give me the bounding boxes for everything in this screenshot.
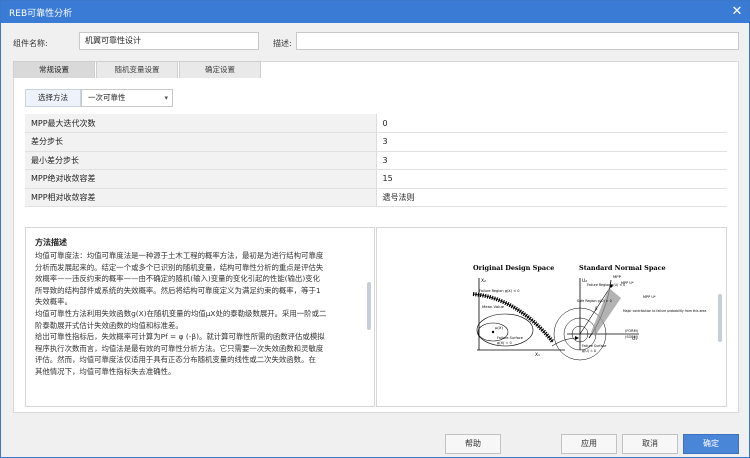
tab-random-variable-settings[interactable]: 随机变量设置 [96, 61, 178, 78]
param-value-input[interactable]: 3 [376, 151, 727, 170]
description-scrollbar[interactable] [367, 282, 371, 330]
description-line: 所导致的结构部件或系统的失效概率。然后将结构可靠度定义为满足约束的概率，等于1 [35, 285, 321, 295]
param-value-input[interactable]: 遗号法则 [376, 188, 727, 207]
reliability-diagram: Original Design Space Standard Normal Sp… [472, 264, 706, 361]
mu-x-label: μ(X) [495, 325, 503, 330]
mpp-label: MPP [613, 274, 622, 279]
description-line: 给出可靠性指标后，失效概率可计算为Pf = φ (-β)。就计算可靠性所需的函数… [35, 332, 325, 342]
hatched-failure-boundary [472, 292, 555, 344]
description-line: 程序执行次数而言，均值法是最有效的可靠性分析方法。它只需要一次失效函数和灵敏度 [35, 343, 324, 353]
description-line: 评估。然而，均值可靠度法仅适用于具有正态分布随机变量的线性或二次失效函数。在 [35, 355, 316, 365]
description-text: 均值可靠度法：均值可靠度法是一种源于土木工程的概率方法，最初是为进行结构可靠度 … [35, 250, 365, 378]
description-input[interactable] [296, 32, 739, 50]
param-name: MPP相对收敛容差 [25, 188, 377, 207]
failure-region-u-label: Failure Region g(U) < 0 [587, 283, 625, 287]
mapping-arrow [551, 337, 578, 347]
x2-axis-label: X₂ [481, 278, 486, 284]
param-name: MPP最大迭代次数 [25, 114, 377, 133]
description-line: 阶泰勒展开式估计失效函数的均值和标准差。 [35, 320, 183, 330]
beta-label: β [595, 306, 598, 311]
description-heading: 方法描述 [35, 238, 67, 247]
param-value-input[interactable]: 15 [376, 169, 727, 189]
description-line: 失效概率。 [35, 297, 72, 307]
apply-button[interactable]: 应用 [561, 434, 617, 454]
method-dropdown[interactable]: 一次可靠性 ▾ [81, 89, 173, 107]
failure-surface-label-x: Failure Surface [497, 336, 523, 340]
component-name-label: 组件名称: [13, 39, 48, 48]
ok-button[interactable]: 确定 [683, 434, 739, 454]
tab-general-settings[interactable]: 常规设置 [13, 61, 95, 78]
method-value: 一次可靠性 [88, 93, 126, 102]
method-label: 选择方法 [25, 89, 81, 107]
mapping-arrowhead [575, 336, 579, 340]
mean-value-point [491, 330, 495, 334]
description-line: 分析而发展起来的。结定一个或多个已识别的随机变量，结构可靠性分析的重点是评估失 [35, 262, 324, 272]
description-line: 均值可靠性方法利用失效函数g(X)在随机变量的均值μX处的泰勒级数展开。采用一阶… [35, 308, 327, 318]
param-name: MPP绝对收敛容差 [25, 169, 377, 189]
description-line: 效概率——违反约束的概率——由不确定的随机(输入)变量的变化引起的性能(输出)变… [35, 274, 320, 284]
help-button[interactable]: 帮助 [445, 434, 501, 454]
tab-deterministic-settings[interactable]: 确定设置 [179, 61, 261, 78]
param-value-input[interactable]: 3 [376, 132, 727, 152]
table-row: MPP绝对收敛容差 15 [25, 169, 727, 189]
failure-boundary-x [472, 293, 554, 343]
cancel-button[interactable]: 取消 [622, 434, 678, 454]
safe-region-label: Safe Region g(U) > 0 [577, 299, 612, 303]
failure-region-x-label: Failure Region g(X) < 0 [479, 289, 519, 293]
x1-axis-label: X₁ [535, 352, 540, 358]
right-space-title: Standard Normal Space [579, 264, 666, 272]
table-row: MPP最大迭代次数 0 [25, 114, 727, 133]
table-row: 最小差分步长 3 [25, 151, 727, 170]
title-bar: REB可靠性分析 ✕ [1, 1, 749, 23]
description-label: 描述: [273, 39, 292, 48]
method-description-panel: 方法描述 均值可靠度法：均值可靠度法是一种源于土木工程的概率方法，最初是为进行结… [25, 227, 375, 407]
param-name: 最小差分步长 [25, 151, 377, 170]
param-name: 差分步长 [25, 132, 377, 152]
window-title: REB可靠性分析 [9, 9, 73, 19]
illustration-scrollbar[interactable] [718, 294, 722, 342]
description-line: 均值可靠度法：均值可靠度法是一种源于土木工程的概率方法，最初是为进行结构可靠度 [35, 251, 324, 260]
dialog-window: REB可靠性分析 ✕ 组件名称: 机翼可靠性设计 描述: 常规设置 随机变量设置… [0, 0, 750, 458]
gu0-label: g(U) = 0 [582, 349, 596, 353]
table-row: MPP相对收敛容差 遗号法则 [25, 188, 727, 207]
failure-surface-label-u: Failure Surface [582, 344, 606, 348]
mpp-u-label-2: MPP U* [643, 295, 656, 299]
parameters-table: MPP最大迭代次数 0 差分步长 3 最小差分步长 3 MPP绝对收敛容差 15… [25, 114, 727, 207]
param-value-input[interactable]: 0 [376, 114, 727, 133]
sorm-label: (SORM) [625, 335, 639, 339]
description-line: 其他情况下，均值可靠性指标失去准确性。 [35, 366, 176, 376]
table-row: 差分步长 3 [25, 132, 727, 152]
method-illustration-panel: Original Design Space Standard Normal Sp… [376, 227, 727, 407]
left-space-title: Original Design Space [473, 264, 554, 272]
gx0-label: g(X) = 0 [497, 341, 512, 345]
form-label: (FORM) [625, 329, 639, 333]
major-contribution-label: Major contribution to failure probabilit… [623, 309, 706, 313]
close-icon[interactable]: ✕ [725, 1, 749, 23]
major-contribution-region [591, 288, 621, 336]
mean-value-label: Mean Value [482, 304, 505, 309]
component-name-input[interactable]: 机翼可靠性设计 [79, 32, 259, 50]
chevron-down-icon: ▾ [164, 94, 168, 102]
